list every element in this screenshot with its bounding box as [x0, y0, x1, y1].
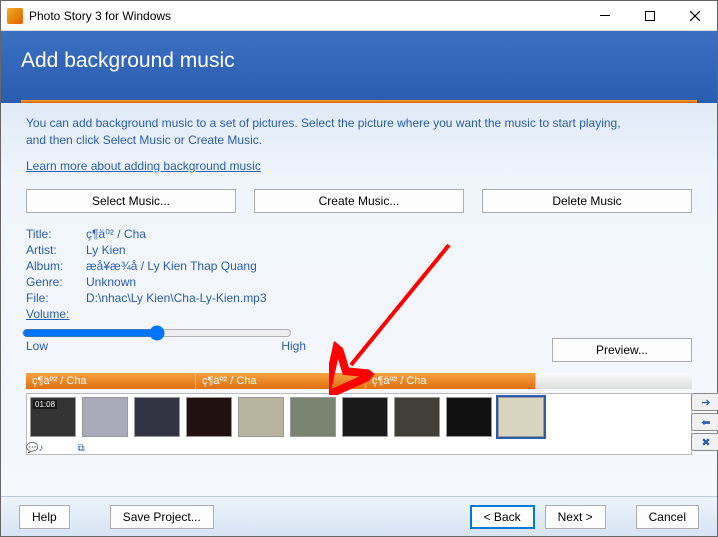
instruction-line1: You can add background music to a set of…: [26, 116, 621, 130]
track-segment-3[interactable]: ç¶äº² / Cha: [366, 373, 536, 389]
genre-label: Genre:: [26, 275, 86, 289]
create-music-button[interactable]: Create Music...: [254, 189, 464, 213]
copy-icon: ⧉: [77, 443, 84, 454]
save-project-button[interactable]: Save Project...: [110, 505, 214, 529]
learn-more-link[interactable]: Learn more about adding background music: [26, 159, 261, 173]
wizard-header: Add background music: [1, 31, 717, 103]
maximize-button[interactable]: [627, 1, 672, 30]
thumbnail-10-selected[interactable]: [498, 397, 544, 437]
delete-thumbnail-button[interactable]: ✖: [691, 433, 718, 451]
album-label: Album:: [26, 259, 86, 273]
thumbnail-3[interactable]: [134, 397, 180, 437]
album-value: æå¥æ¾å / Ly Kien Thap Quang: [86, 259, 257, 273]
title-label: Title:: [26, 227, 86, 241]
next-button[interactable]: Next >: [545, 505, 606, 529]
music-track-bar: ç¶äº² / Cha ç¶äº² / Cha ç¶äº² / Cha: [26, 373, 692, 389]
thumbnail-4[interactable]: [186, 397, 232, 437]
preview-button[interactable]: Preview...: [552, 338, 692, 362]
wizard-footer: Help Save Project... < Back Next > Cance…: [1, 496, 717, 536]
instruction-text: You can add background music to a set of…: [26, 115, 692, 149]
thumbnail-9[interactable]: [446, 397, 492, 437]
instruction-line2: and then click Select Music or Create Mu…: [26, 133, 262, 147]
volume-high-label: High: [281, 339, 306, 353]
volume-label: Volume:: [26, 307, 86, 321]
track-metadata: Title:ç¶ä⁰² / Cha Artist:Ly Kien Album:æ…: [26, 227, 692, 353]
cancel-button[interactable]: Cancel: [636, 505, 699, 529]
track-segment-2[interactable]: ç¶äº² / Cha: [196, 373, 366, 389]
volume-slider[interactable]: [22, 325, 292, 341]
help-button[interactable]: Help: [19, 505, 70, 529]
thumbnail-5[interactable]: [238, 397, 284, 437]
app-icon: [7, 8, 23, 24]
thumbnail-7[interactable]: [342, 397, 388, 437]
delete-music-button[interactable]: Delete Music: [482, 189, 692, 213]
filmstrip[interactable]: 01:08: [26, 393, 692, 455]
scroll-left-button[interactable]: ⬅: [691, 413, 718, 431]
track-segment-empty: [536, 373, 692, 389]
page-title: Add background music: [21, 49, 697, 73]
thumbnail-2[interactable]: [82, 397, 128, 437]
genre-value: Unknown: [86, 275, 136, 289]
thumbnail-indicator-icons: 💬♪ ⧉: [26, 443, 115, 454]
artist-value: Ly Kien: [86, 243, 126, 257]
title-value: ç¶ä⁰² / Cha: [86, 227, 146, 241]
track-segment-1[interactable]: ç¶äº² / Cha: [26, 373, 196, 389]
thumbnail-1[interactable]: 01:08: [30, 397, 76, 437]
select-music-button[interactable]: Select Music...: [26, 189, 236, 213]
scroll-right-button[interactable]: ➔: [691, 393, 718, 411]
thumbnail-6[interactable]: [290, 397, 336, 437]
minimize-button[interactable]: [582, 1, 627, 30]
file-label: File:: [26, 291, 86, 305]
content-area: You can add background music to a set of…: [1, 103, 717, 496]
window-title: Photo Story 3 for Windows: [29, 9, 582, 23]
file-value: D:\nhac\Ly Kien\Cha-Ly-Kien.mp3: [86, 291, 267, 305]
title-bar: Photo Story 3 for Windows: [1, 1, 717, 31]
volume-low-label: Low: [26, 339, 48, 353]
speech-icon: 💬♪: [26, 443, 43, 454]
thumbnail-timestamp: 01:08: [33, 400, 57, 409]
back-button[interactable]: < Back: [470, 505, 535, 529]
thumbnail-8[interactable]: [394, 397, 440, 437]
close-button[interactable]: [672, 1, 717, 30]
artist-label: Artist:: [26, 243, 86, 257]
